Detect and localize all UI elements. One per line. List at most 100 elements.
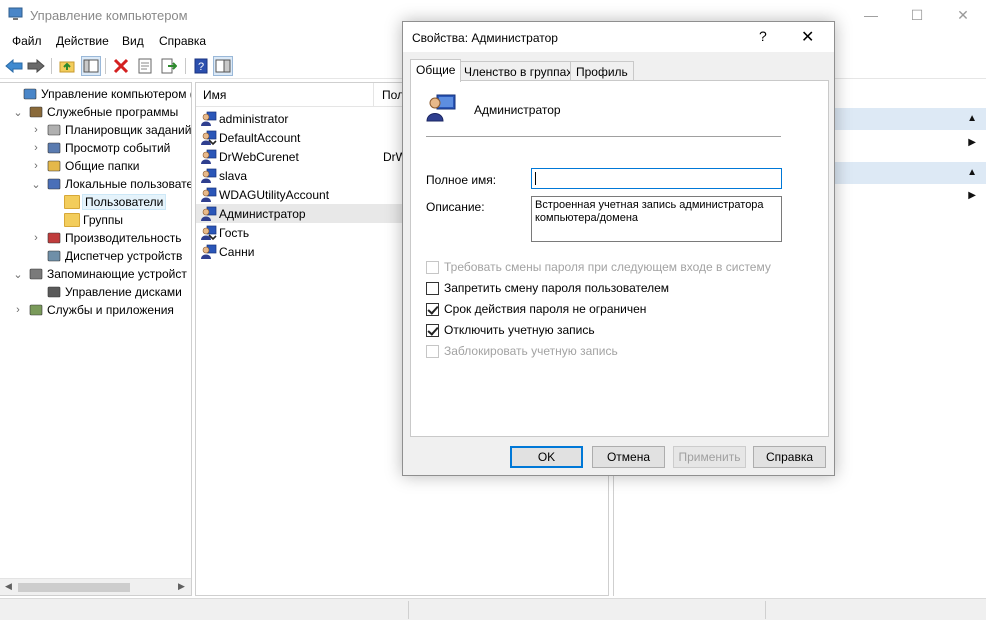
user-name: administrator (219, 111, 289, 126)
user-icon (201, 225, 217, 240)
checkbox-option[interactable]: Срок действия пароля не ограничен (426, 301, 646, 317)
more-actions-arrow-icon[interactable]: ▶ (968, 137, 976, 148)
tree-item-label: Службы и приложения (47, 303, 174, 317)
svg-text:?: ? (198, 61, 204, 73)
tab-profile[interactable]: Профиль (570, 61, 634, 81)
back-arrow-icon[interactable] (4, 56, 24, 76)
column-name[interactable]: Имя (203, 88, 226, 102)
column-full-name[interactable]: Пол (382, 88, 404, 102)
clock-icon (47, 124, 61, 136)
user-icon (201, 130, 217, 145)
storage-icon (29, 268, 43, 280)
computer-management-icon (23, 88, 37, 100)
more-actions-arrow-icon-2[interactable]: ▶ (968, 190, 976, 201)
tree-item-label: Диспетчер устройств (65, 249, 183, 263)
tree-item-label: Группы (83, 213, 123, 227)
chevron-down-icon[interactable]: ⌄ (12, 106, 24, 119)
checkbox[interactable] (426, 302, 439, 316)
tree-item-label: Управление дисками (65, 285, 182, 299)
chevron-down-icon[interactable]: ⌄ (12, 268, 24, 281)
chevron-down-icon[interactable]: ⌄ (30, 178, 42, 191)
folder-icon (64, 213, 80, 227)
checkbox-label: Срок действия пароля не ограничен (444, 302, 647, 316)
user-name: DefaultAccount (219, 130, 301, 145)
user-icon (201, 168, 217, 183)
tree-item[interactable]: ⌄ Локальные пользовате (0, 175, 192, 193)
scroll-left-icon[interactable]: ◀ (5, 581, 12, 592)
tree-item[interactable]: Пользователи (0, 193, 191, 211)
tab-group-membership[interactable]: Членство в группах (458, 61, 579, 81)
users-icon (47, 178, 61, 190)
user-name: Администратор (219, 206, 306, 221)
tab-general[interactable]: Общие (410, 59, 462, 82)
tree-item[interactable]: Группы (0, 211, 191, 229)
services-icon (29, 304, 43, 316)
checkbox[interactable] (426, 323, 439, 337)
delete-icon[interactable] (111, 56, 131, 76)
checkbox[interactable] (426, 281, 439, 295)
tree-item[interactable]: Управление дисками (0, 283, 191, 301)
dialog-help-button[interactable]: ? (759, 28, 767, 44)
ok-button[interactable]: OK (510, 446, 583, 468)
shared-folder-icon (47, 160, 61, 172)
scrollbar-thumb[interactable] (18, 583, 130, 592)
chevron-right-icon[interactable]: › (30, 142, 42, 154)
show-tree-icon[interactable] (81, 56, 101, 76)
forward-arrow-icon[interactable] (26, 56, 46, 76)
chevron-right-icon[interactable]: › (30, 232, 42, 244)
dialog-title: Свойства: Администратор (412, 31, 558, 45)
description-input[interactable]: Встроенная учетная запись администратора… (531, 196, 782, 242)
tree-item[interactable]: ⌄ Служебные программы (0, 103, 191, 121)
tree-item-label: Локальные пользовате (65, 177, 192, 191)
tree-item-label: Запоминающие устройст (47, 267, 187, 281)
full-name-input[interactable] (531, 168, 782, 189)
tree-item[interactable]: › Просмотр событий (0, 139, 191, 157)
close-window-button[interactable]: ✕ (940, 0, 986, 30)
computer-management-icon (8, 7, 23, 20)
properties-icon[interactable] (135, 56, 155, 76)
performance-icon (47, 232, 61, 244)
user-name: DrWebCurenet (219, 149, 299, 164)
account-name: Администратор (474, 103, 561, 117)
tree-item[interactable]: › Общие папки (0, 157, 191, 175)
checkbox-label: Заблокировать учетную запись (444, 344, 618, 358)
chevron-right-icon[interactable]: › (30, 160, 42, 172)
tree-item[interactable]: › Производительность (0, 229, 191, 247)
chevron-right-icon[interactable]: › (30, 124, 42, 136)
dialog-close-button[interactable]: ✕ (801, 27, 814, 47)
chevron-right-icon[interactable]: › (12, 304, 24, 316)
tree-item-label: Просмотр событий (65, 141, 171, 155)
user-icon (201, 149, 217, 164)
properties-dialog: Свойства: Администратор ? ✕ Общие Членст… (402, 21, 835, 476)
checkbox-option[interactable]: Запретить смену пароля пользователем (426, 280, 669, 296)
menu-view[interactable]: Вид (122, 34, 144, 48)
tools-icon (29, 106, 43, 118)
minimize-button[interactable]: — (848, 0, 894, 30)
tree-item[interactable]: Управление компьютером (л (0, 85, 192, 103)
cancel-button[interactable]: Отмена (592, 446, 665, 468)
show-action-pane-icon[interactable] (213, 56, 233, 76)
collapse-up-icon: ▲ (967, 113, 977, 124)
navigation-tree: Управление компьютером (л ⌄ Служебные прог… (0, 82, 192, 596)
menu-action[interactable]: Действие (56, 34, 109, 48)
tree-item-label: Управление компьютером (л (41, 87, 192, 101)
full-name-label: Полное имя: (426, 173, 497, 187)
help-button[interactable]: Справка (753, 446, 826, 468)
checkbox-label: Отключить учетную запись (444, 323, 595, 337)
export-list-icon[interactable] (159, 56, 179, 76)
tree-item[interactable]: › Планировщик заданий (0, 121, 191, 139)
user-icon (201, 206, 217, 221)
scroll-right-icon[interactable]: ▶ (178, 581, 185, 592)
user-account-icon (426, 94, 456, 122)
checkbox-option[interactable]: Отключить учетную запись (426, 322, 595, 338)
menu-file[interactable]: Файл (12, 34, 42, 48)
up-folder-icon[interactable] (57, 56, 77, 76)
maximize-button[interactable]: ☐ (894, 0, 940, 30)
help-book-icon[interactable]: ? (191, 56, 211, 76)
tree-horizontal-scrollbar[interactable]: ◀ ▶ (0, 578, 191, 595)
menu-help[interactable]: Справка (159, 34, 206, 48)
apply-button[interactable]: Применить (673, 446, 746, 468)
tree-item[interactable]: Диспетчер устройств (0, 247, 191, 265)
tree-item[interactable]: › Службы и приложения (0, 301, 191, 319)
tree-item[interactable]: ⌄ Запоминающие устройст (0, 265, 191, 283)
